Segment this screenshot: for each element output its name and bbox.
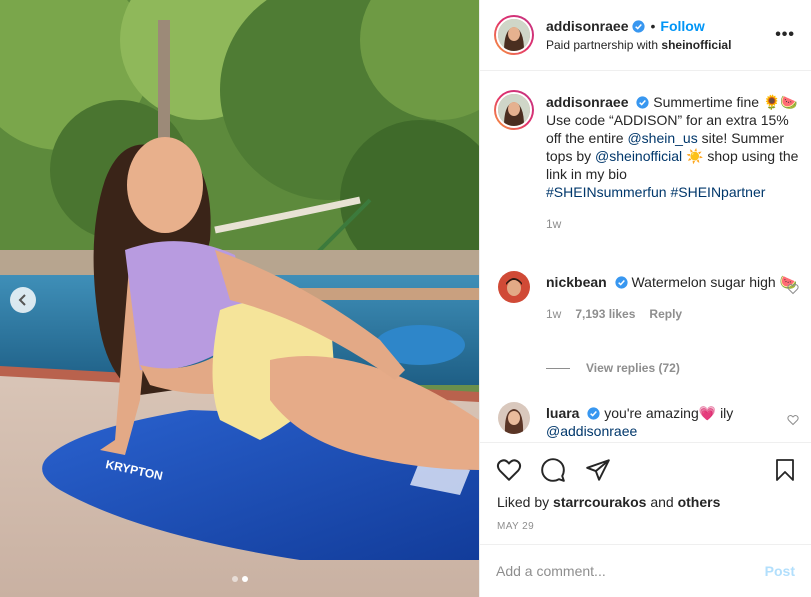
- ellipsis-icon[interactable]: •••: [775, 26, 795, 44]
- comment-body: nickbean Watermelon sugar high 🍉 1w 7,19…: [546, 273, 800, 323]
- verified-badge-icon: [615, 276, 628, 289]
- mention-sheinofficial[interactable]: @sheinofficial: [595, 148, 682, 164]
- action-icons: [496, 457, 797, 483]
- liked-by-others[interactable]: others: [678, 494, 721, 510]
- caption-body: addisonraee Summertime fine 🌻🍉 Use code …: [546, 93, 800, 233]
- post-header: addisonraee • Follow Paid partnership wi…: [480, 0, 811, 71]
- commenter-username[interactable]: nickbean: [546, 274, 607, 290]
- bookmark-icon[interactable]: [773, 457, 797, 483]
- caption-meta: 1w: [546, 215, 800, 233]
- verified-badge-icon: [587, 407, 600, 420]
- comment-like-heart-icon[interactable]: [787, 283, 799, 295]
- view-replies-divider: [546, 367, 570, 369]
- carousel-dots: [0, 576, 479, 582]
- post-actions: Liked by starrcourakos and others MAY 29: [480, 442, 811, 544]
- post-date[interactable]: MAY 29: [497, 521, 534, 532]
- comment-input[interactable]: [496, 563, 765, 579]
- paid-partnership-label: Paid partnership with sheinofficial: [546, 38, 731, 52]
- avatar-image: [498, 271, 530, 303]
- carousel-prev-button[interactable]: [10, 287, 36, 313]
- verified-badge-icon: [632, 19, 646, 33]
- post-photo[interactable]: KRYPTON: [0, 0, 479, 597]
- avatar-image: [498, 19, 530, 51]
- caption-avatar[interactable]: [494, 90, 534, 130]
- author-avatar[interactable]: [494, 15, 534, 55]
- comment-icon[interactable]: [540, 457, 566, 483]
- commenter-username[interactable]: luara: [546, 405, 579, 421]
- reply-button[interactable]: Reply: [649, 305, 682, 323]
- avatar-image: [498, 94, 530, 126]
- post-details-panel: addisonraee • Follow Paid partnership wi…: [479, 0, 811, 597]
- commenter-avatar[interactable]: [498, 402, 530, 434]
- view-replies-label: View replies (72): [586, 361, 680, 375]
- partnership-prefix: Paid partnership with: [546, 38, 662, 52]
- header-separator: •: [650, 18, 656, 34]
- hashtag-sheinsummerfun[interactable]: #SHEINsummerfun: [546, 184, 667, 200]
- post-comment-button[interactable]: Post: [765, 563, 795, 579]
- comment-text: Watermelon sugar high 🍉: [631, 274, 798, 290]
- liked-by-and: and: [646, 494, 678, 510]
- liked-by-user[interactable]: starrcourakos: [553, 494, 646, 510]
- commenter-avatar[interactable]: [498, 271, 530, 303]
- follow-button[interactable]: Follow: [660, 18, 704, 34]
- comment-composer: Post: [480, 544, 811, 597]
- share-icon[interactable]: [585, 457, 611, 483]
- partner-link[interactable]: sheinofficial: [661, 38, 731, 52]
- comment-time[interactable]: 1w: [546, 305, 561, 323]
- carousel-dot-active: [241, 576, 248, 582]
- mention-addisonraee[interactable]: @addisonraee: [546, 423, 637, 439]
- liked-by: Liked by starrcourakos and others: [497, 494, 720, 510]
- caption-line1: Summertime fine 🌻🍉: [653, 94, 798, 110]
- caption-time[interactable]: 1w: [546, 215, 561, 233]
- view-replies-button[interactable]: View replies (72): [546, 361, 680, 375]
- author-username[interactable]: addisonraee: [546, 18, 628, 34]
- comments-section[interactable]: addisonraee Summertime fine 🌻🍉 Use code …: [480, 72, 811, 442]
- liked-by-prefix: Liked by: [497, 494, 554, 510]
- mention-shein-us[interactable]: @shein_us: [627, 130, 697, 146]
- heart-icon[interactable]: [496, 457, 522, 483]
- chevron-left-icon: [18, 294, 26, 306]
- post-image: KRYPTON: [0, 0, 479, 597]
- caption-username[interactable]: addisonraee: [546, 94, 628, 110]
- comment-likes[interactable]: 7,193 likes: [575, 305, 635, 323]
- hashtag-sheinpartner[interactable]: #SHEINpartner: [670, 184, 765, 200]
- verified-badge-icon: [636, 96, 649, 109]
- comment-text: you're amazing💗 ily: [604, 405, 734, 421]
- comment-meta: 1w 7,193 likes Reply: [546, 305, 800, 323]
- comment-like-heart-icon[interactable]: [787, 414, 799, 426]
- comment-body: luara you're amazing💗 ily @addisonraee: [546, 404, 800, 440]
- carousel-dot: [231, 576, 238, 582]
- avatar-image: [498, 402, 530, 434]
